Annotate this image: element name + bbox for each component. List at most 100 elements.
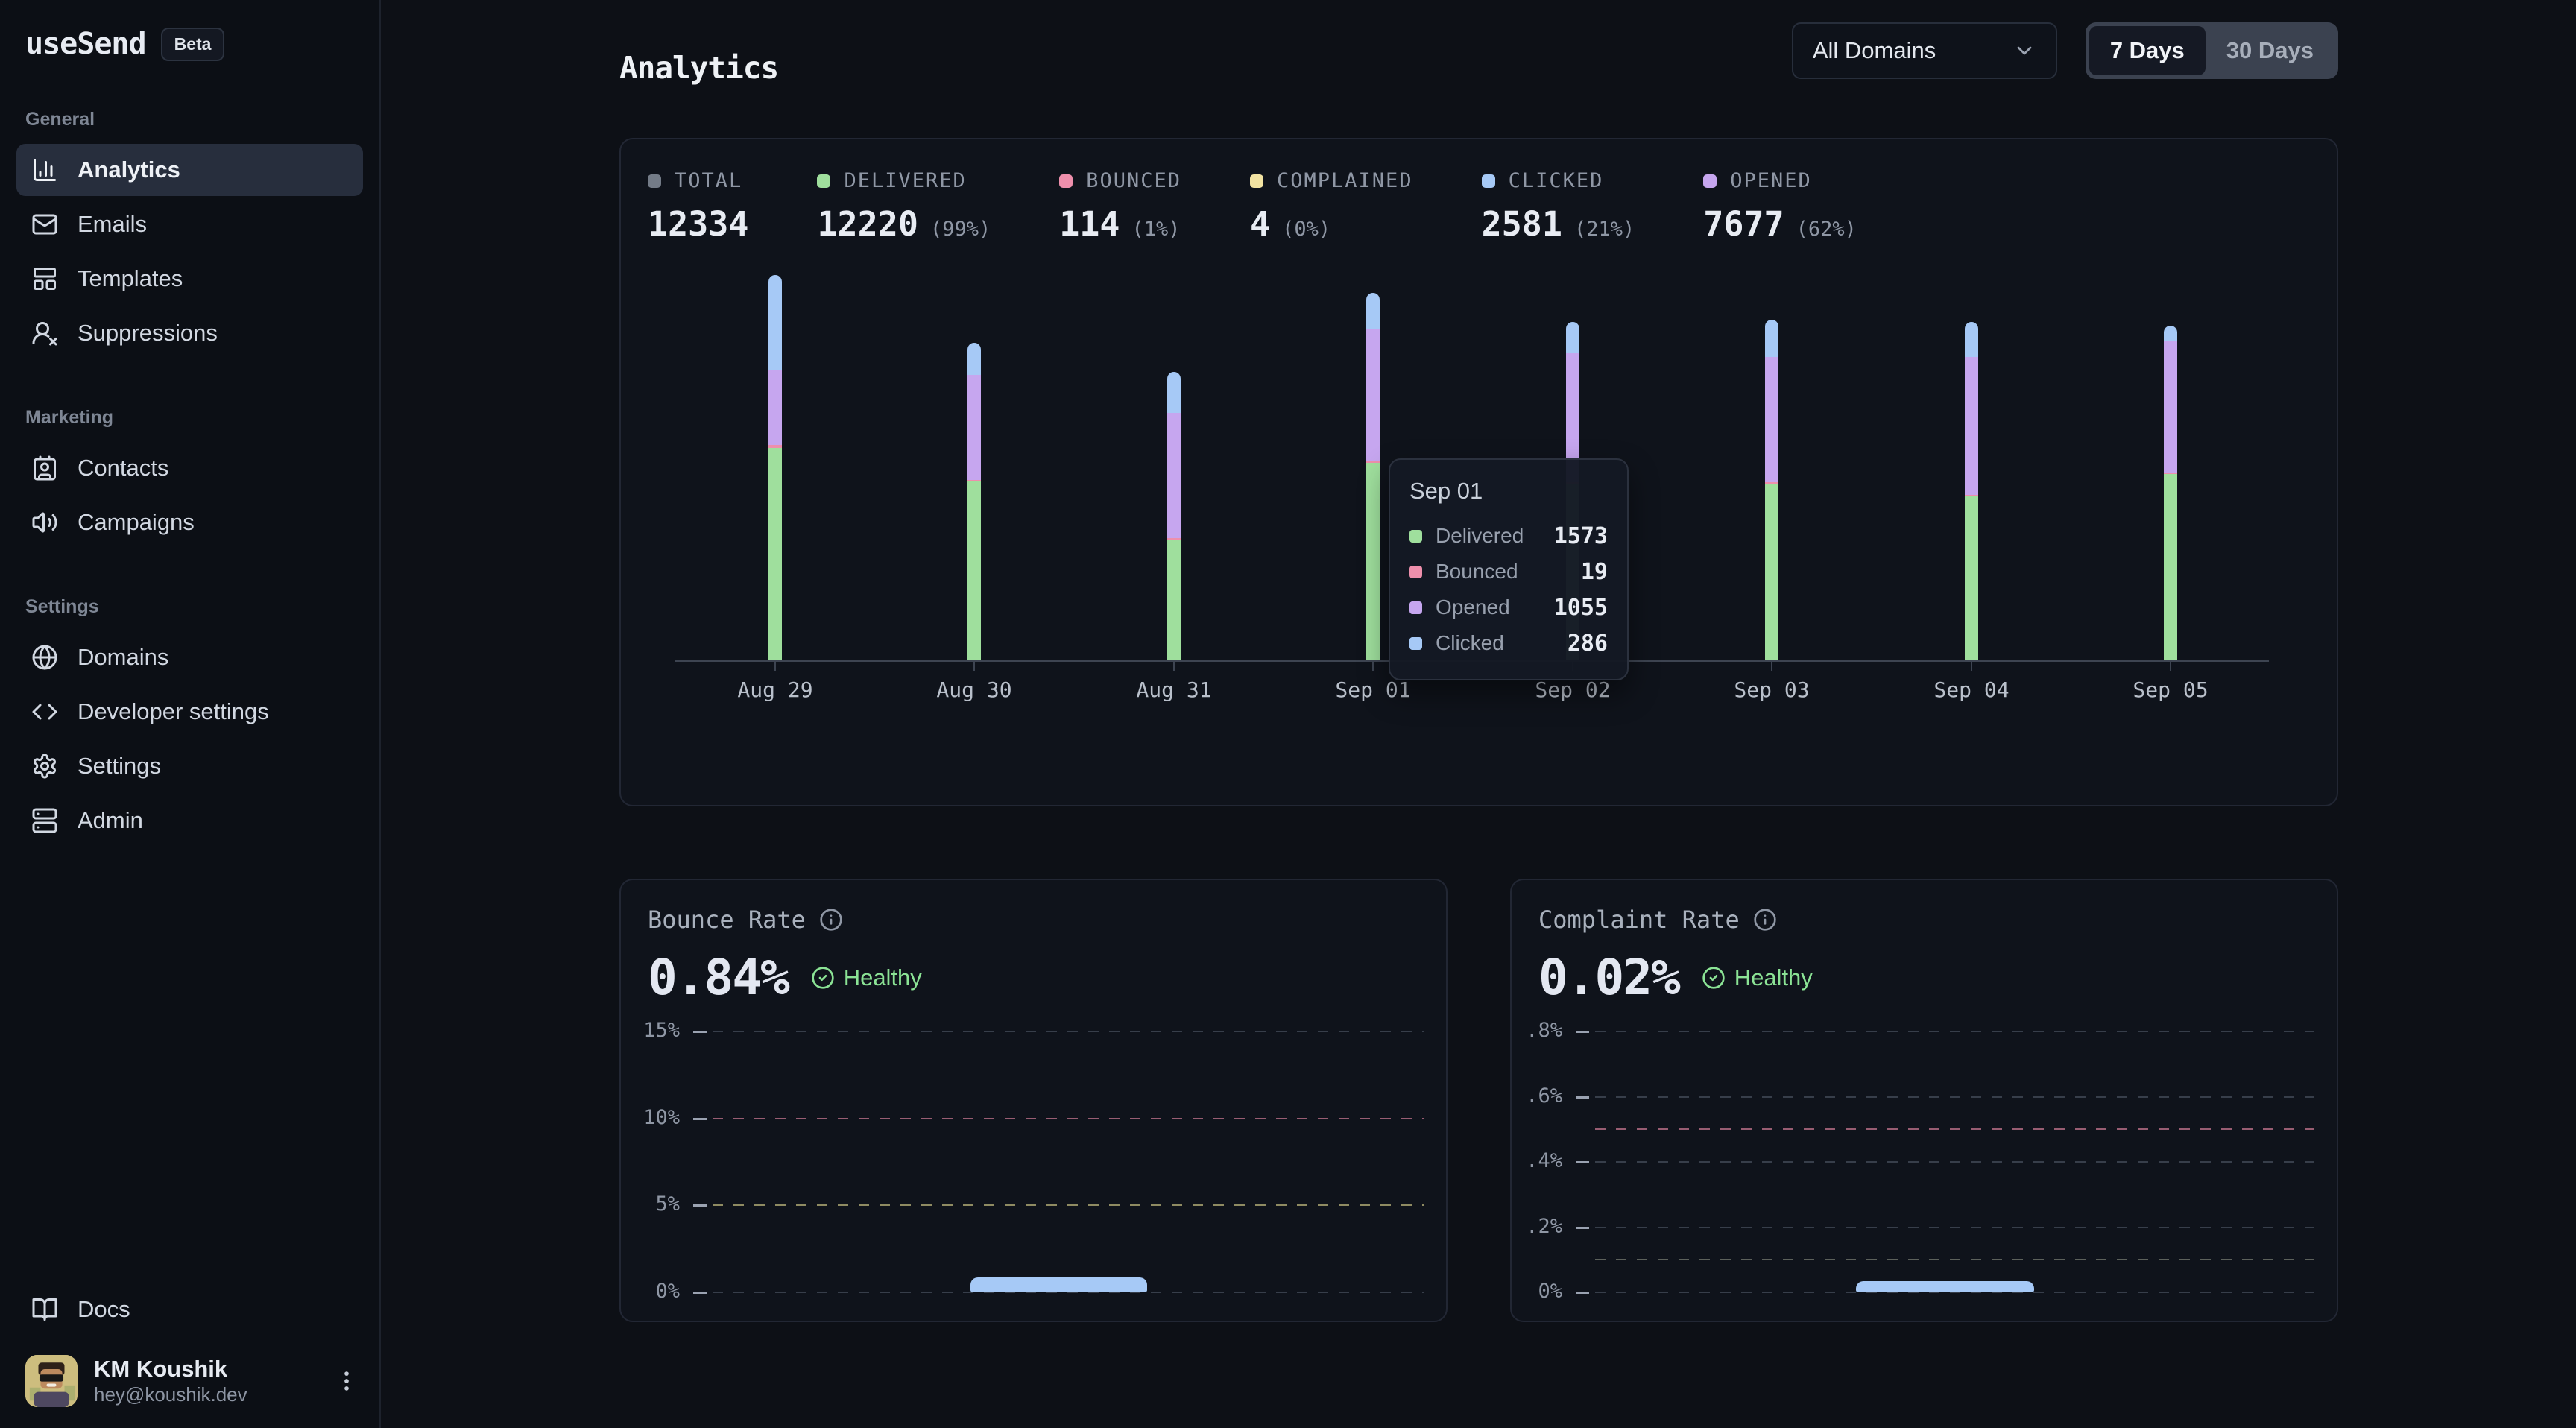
grid-line (1595, 1096, 2314, 1098)
sidebar-item-settings[interactable]: Settings (16, 740, 363, 792)
stat-color-dot (1059, 174, 1073, 188)
sidebar-item-developer-settings[interactable]: Developer settings (16, 686, 363, 738)
y-tick (1576, 1031, 1589, 1033)
megaphone-icon (31, 509, 58, 536)
stat-head: COMPLAINED (1250, 169, 1413, 192)
tooltip-color-dot (1409, 530, 1422, 543)
sidebar-item-label: Templates (78, 265, 183, 292)
tooltip-row-label: Bounced (1436, 560, 1568, 584)
bar-segment-opened (1366, 329, 1380, 461)
bar-segment-clicked (1366, 293, 1380, 329)
tooltip-row: Clicked286 (1409, 625, 1608, 661)
x-axis-label: Sep 05 (2133, 677, 2208, 702)
stat-head: DELIVERED (817, 169, 991, 192)
y-tick-label: 15% (575, 1019, 680, 1042)
brand-name: useSend (25, 27, 146, 61)
tooltip-row-label: Delivered (1436, 524, 1541, 548)
user-email: hey@koushik.dev (94, 1383, 247, 1407)
user-options-button[interactable] (333, 1363, 360, 1399)
stat-percent: (0%) (1282, 218, 1330, 241)
stat-head: TOTAL (648, 169, 748, 192)
sidebar-item-label: Campaigns (78, 509, 195, 536)
stat-value: 2581 (1482, 204, 1562, 244)
bar-segment-clicked (1965, 322, 1978, 357)
stacked-bar-sep-04[interactable] (1965, 322, 1978, 660)
tooltip-color-dot (1409, 637, 1422, 650)
book-open-icon (31, 1296, 58, 1323)
tab-30-days[interactable]: 30 Days (2206, 26, 2334, 75)
x-axis-label: Aug 30 (936, 677, 1011, 702)
sidebar-item-contacts[interactable]: Contacts (16, 442, 363, 494)
tooltip-color-dot (1409, 601, 1422, 614)
y-tick-label: 5% (575, 1192, 680, 1216)
stat-label: DELIVERED (844, 169, 966, 192)
rate-bar[interactable] (970, 1277, 1147, 1292)
y-tick (693, 1204, 707, 1207)
stat-value: 7677 (1703, 204, 1784, 244)
grid-line (1595, 1128, 2314, 1130)
stacked-bar-sep-05[interactable] (2164, 326, 2177, 660)
stat-complained: COMPLAINED4(0%) (1250, 169, 1413, 244)
sidebar-item-domains[interactable]: Domains (16, 631, 363, 683)
stat-clicked: CLICKED2581(21%) (1482, 169, 1635, 244)
tooltip-row-value: 1573 (1554, 523, 1608, 549)
sidebar-item-analytics[interactable]: Analytics (16, 144, 363, 196)
user-menu[interactable]: KM Koushik hey@koushik.dev (16, 1355, 363, 1407)
stat-label: TOTAL (675, 169, 742, 192)
bar-segment-delivered (1167, 540, 1181, 660)
grid-line (713, 1031, 1424, 1032)
sidebar-item-admin[interactable]: Admin (16, 794, 363, 847)
x-axis-label: Sep 01 (1335, 677, 1410, 702)
bar-segment-opened (1765, 357, 1778, 482)
tooltip-color-dot (1409, 566, 1422, 578)
bar-segment-clicked (1566, 322, 1579, 353)
sidebar-item-templates[interactable]: Templates (16, 253, 363, 305)
tooltip-row: Delivered 1573 (1409, 518, 1608, 554)
sidebar-section-label: Settings (25, 596, 363, 618)
info-icon[interactable] (819, 908, 843, 932)
x-axis-label: Aug 31 (1136, 677, 1211, 702)
tooltip-row: Bounced19 (1409, 554, 1608, 590)
stat-color-dot (648, 174, 661, 188)
sidebar-item-docs[interactable]: Docs (16, 1283, 363, 1336)
stacked-bar-aug-30[interactable] (967, 343, 981, 660)
y-tick (693, 1118, 707, 1120)
stacked-bar-aug-31[interactable] (1167, 372, 1181, 660)
stat-color-dot (1482, 174, 1495, 188)
analytics-dashboard: useSend Beta GeneralAnalyticsEmailsTempl… (0, 0, 2576, 1428)
globe-icon (31, 644, 58, 671)
sidebar-item-label: Domains (78, 644, 168, 671)
user-name: KM Koushik (94, 1355, 247, 1383)
stat-color-dot (817, 174, 830, 188)
sidebar-item-label: Analytics (78, 157, 180, 183)
stat-bounced: BOUNCED114(1%) (1059, 169, 1181, 244)
y-tick (1576, 1096, 1589, 1099)
sidebar-item-suppressions[interactable]: Suppressions (16, 307, 363, 359)
sidebar-item-label: Developer settings (78, 698, 269, 725)
sidebar-item-emails[interactable]: Emails (16, 198, 363, 250)
stat-head: OPENED (1703, 169, 1857, 192)
bar-segment-clicked (1765, 320, 1778, 357)
page-title: Analytics (619, 50, 778, 86)
check-circle-icon (811, 966, 835, 990)
x-axis-tick (1372, 662, 1374, 671)
bounce-rate-card: Bounce Rate 0.84% Healthy 15%10%5%0% (619, 879, 1448, 1322)
stacked-bar-sep-03[interactable] (1765, 320, 1778, 660)
grid-line (1595, 1259, 2314, 1260)
stat-opened: OPENED7677(62%) (1703, 169, 1857, 244)
sidebar-item-label: Emails (78, 211, 147, 238)
bar-segment-clicked (1167, 372, 1181, 413)
stacked-bar-sep-01[interactable] (1366, 293, 1380, 660)
bar-segment-opened (1965, 357, 1978, 495)
stacked-bar-aug-29[interactable] (768, 275, 782, 660)
domain-filter-select[interactable]: All Domains (1792, 22, 2057, 79)
info-icon[interactable] (1753, 908, 1777, 932)
sidebar-item-campaigns[interactable]: Campaigns (16, 496, 363, 549)
tab-7-days[interactable]: 7 Days (2089, 26, 2206, 75)
stat-percent: (99%) (930, 218, 991, 241)
stat-value: 12334 (648, 204, 748, 244)
y-tick (693, 1031, 707, 1033)
bar-segment-delivered (1765, 484, 1778, 660)
complaint-health-badge: Healthy (1702, 964, 1813, 991)
rate-bar[interactable] (1856, 1281, 2035, 1292)
